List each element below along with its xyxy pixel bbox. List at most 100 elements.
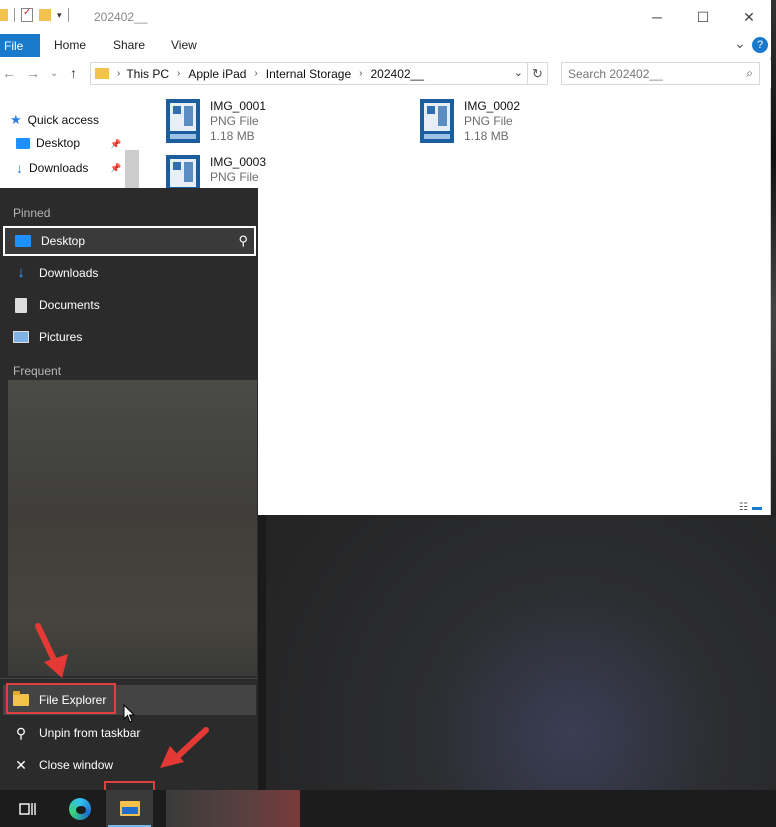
nav-item-desktop[interactable]: Desktop	[16, 136, 80, 150]
tab-view[interactable]: View	[171, 38, 197, 52]
help-icon[interactable]: ?	[752, 37, 768, 53]
jump-item-close-window[interactable]: ✕ Close window	[3, 750, 256, 780]
customize-toolbar-icon[interactable]: ▾	[57, 10, 62, 21]
search-placeholder: Search 202402__	[568, 67, 663, 81]
folder-small-icon	[0, 9, 8, 21]
nav-item-downloads[interactable]: ↓ Downloads	[16, 160, 88, 176]
jump-item-label: Unpin from taskbar	[39, 726, 141, 740]
mouse-cursor-icon	[123, 704, 136, 723]
background-window-edge	[771, 0, 776, 515]
maximize-button[interactable]: ☐	[680, 0, 726, 34]
file-name: IMG_0003	[210, 155, 267, 169]
background-window-edge	[258, 515, 266, 790]
pin-icon: 📌	[110, 163, 122, 173]
back-button[interactable]: ←	[2, 65, 16, 81]
unpin-icon: ⚲	[15, 724, 27, 741]
image-thumbnail	[166, 99, 200, 143]
file-item[interactable]: IMG_0002 PNG File 1.18 MB	[420, 99, 520, 143]
documents-icon	[15, 297, 27, 313]
properties-icon[interactable]: ✓	[21, 7, 33, 22]
chevron-right-icon[interactable]: ›	[359, 68, 362, 79]
ribbon-tabs: File Home Share View ⌄ ?	[0, 34, 771, 57]
downloads-icon: ↓	[17, 264, 25, 281]
window-title: 202402__	[94, 10, 148, 24]
quick-access-toolbar: ✓ ▾	[0, 7, 69, 22]
close-button[interactable]: ✕	[726, 0, 772, 34]
refresh-button[interactable]: ↻	[528, 62, 548, 85]
file-name: IMG_0001	[210, 99, 267, 113]
breadcrumb-this-pc[interactable]: This PC	[126, 67, 169, 81]
task-view-button[interactable]	[8, 790, 48, 827]
jump-item-documents[interactable]: Documents	[3, 290, 256, 320]
file-explorer-icon	[119, 801, 140, 816]
pinned-header: Pinned	[13, 206, 51, 220]
file-type: PNG File	[464, 114, 513, 128]
title-bar: ✓ ▾ 202402__ ─ ☐ ✕	[0, 0, 771, 34]
nav-item-label: Downloads	[29, 161, 89, 175]
unpin-icon[interactable]: ⚲	[238, 233, 248, 249]
desktop-icon	[15, 235, 31, 247]
address-dropdown-icon[interactable]: ⌄	[514, 66, 523, 79]
nav-item-label: Desktop	[36, 136, 81, 150]
minimize-button[interactable]: ─	[634, 0, 680, 34]
red-arrow-icon	[160, 727, 209, 768]
jump-item-label: Pictures	[39, 330, 83, 344]
blurred-taskbar-item[interactable]	[166, 790, 300, 827]
search-input[interactable]: Search 202402__ ⌕	[561, 62, 760, 85]
file-type: PNG File	[210, 170, 259, 184]
nav-pane-scrollbar[interactable]	[125, 150, 139, 190]
chevron-right-icon[interactable]: ›	[254, 68, 257, 79]
tab-share[interactable]: Share	[113, 38, 145, 52]
jump-item-label: Documents	[39, 298, 100, 312]
chevron-right-icon: ›	[117, 68, 121, 79]
file-size: 1.18 MB	[210, 129, 255, 143]
new-folder-icon[interactable]	[39, 9, 51, 21]
jump-item-downloads[interactable]: ↓ Downloads	[3, 258, 256, 288]
file-item[interactable]: IMG_0001 PNG File 1.18 MB	[166, 99, 266, 143]
nav-item-quick-access[interactable]: ★ Quick access	[10, 112, 99, 128]
tab-home[interactable]: Home	[54, 38, 86, 52]
file-type: PNG File	[210, 114, 259, 128]
edge-taskbar-button[interactable]	[58, 790, 102, 827]
close-icon: ✕	[15, 756, 27, 773]
frequent-header: Frequent	[13, 364, 62, 378]
expand-ribbon-icon[interactable]: ⌄	[734, 35, 746, 52]
breadcrumb-current-folder[interactable]: 202402__	[371, 67, 424, 81]
taskbar	[0, 790, 776, 827]
tab-file[interactable]: File	[0, 34, 40, 57]
jump-item-label: Downloads	[39, 266, 99, 280]
edge-icon	[69, 797, 91, 820]
jump-item-desktop[interactable]: Desktop ⚲	[3, 226, 256, 256]
divider	[67, 8, 69, 22]
divider	[14, 8, 15, 22]
navigation-pane: ★ Quick access Desktop 📌 ↓ Downloads 📌	[0, 96, 140, 196]
up-button[interactable]: ↑	[70, 65, 77, 81]
file-explorer-taskbar-button[interactable]	[106, 790, 153, 827]
search-icon: ⌕	[746, 66, 753, 80]
file-name: IMG_0002	[464, 99, 521, 113]
highlight-box	[6, 683, 116, 714]
file-size: 1.18 MB	[464, 129, 509, 143]
navigation-bar: ← → ⌄ ↑ › This PC › Apple iPad › Interna…	[0, 60, 771, 88]
breadcrumb-apple-ipad[interactable]: Apple iPad	[188, 67, 246, 81]
jump-item-label: Desktop	[41, 234, 86, 248]
desktop-icon	[16, 137, 30, 149]
downloads-icon: ↓	[16, 160, 23, 176]
chevron-right-icon[interactable]: ›	[177, 68, 180, 79]
task-view-icon	[19, 802, 36, 815]
recent-locations-button[interactable]: ⌄	[50, 68, 58, 79]
pin-icon: 📌	[110, 139, 122, 149]
large-icons-view-icon[interactable]: ▬	[752, 502, 762, 513]
star-icon: ★	[10, 112, 22, 127]
breadcrumb: This PC › Apple iPad › Internal Storage …	[126, 67, 424, 81]
pictures-icon	[13, 331, 29, 343]
forward-button[interactable]: →	[26, 65, 40, 81]
breadcrumb-internal-storage[interactable]: Internal Storage	[266, 67, 351, 81]
jump-item-label: Close window	[39, 758, 114, 772]
view-toggle: ☷ ▬	[739, 502, 762, 513]
nav-item-label: Quick access	[27, 113, 100, 127]
address-bar[interactable]: › This PC › Apple iPad › Internal Storag…	[90, 62, 528, 85]
jump-item-pictures[interactable]: Pictures	[3, 322, 256, 352]
details-view-icon[interactable]: ☷	[739, 502, 748, 513]
image-thumbnail	[420, 99, 454, 143]
